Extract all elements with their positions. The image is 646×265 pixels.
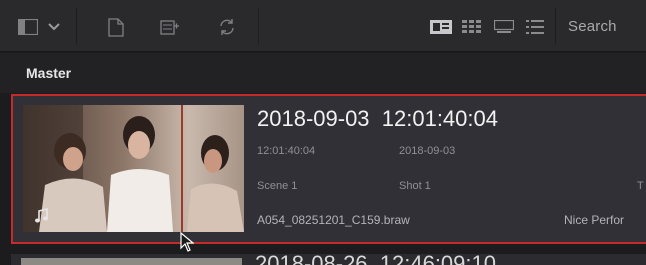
search-button[interactable]: Search — [568, 18, 617, 35]
list-view-icon[interactable] — [526, 18, 544, 36]
bin-path-bar: Master — [0, 53, 646, 93]
mouse-cursor-icon — [180, 231, 195, 256]
clip-take: T — [637, 180, 644, 192]
clip-shot: Shot 1 — [399, 180, 431, 192]
clip-filename: A054_08251201_C159.braw — [257, 213, 410, 227]
clip-scene: Scene 1 — [257, 180, 298, 192]
clip-date: 2018-09-03 — [399, 145, 456, 157]
clip-card-selected[interactable]: 2018-09-03 12:01:40:04 12:01:40:04 2018-… — [11, 94, 646, 244]
clip-comment: Nice Perfor — [564, 213, 625, 227]
thumbnail-view-icon[interactable] — [462, 18, 482, 36]
filmstrip-view-icon[interactable] — [494, 18, 514, 36]
toolbar-divider — [555, 8, 556, 44]
media-pool-toolbar: Search — [0, 0, 646, 52]
toolbar-divider — [258, 8, 259, 44]
clip-card[interactable]: 2018-08-26 12:46:09:10 — [11, 251, 646, 265]
bin-name[interactable]: Master — [26, 65, 71, 81]
music-note-icon — [34, 207, 50, 224]
toolbar-divider — [76, 8, 77, 44]
chevron-down-icon[interactable] — [48, 18, 60, 36]
clip-thumbnail[interactable] — [21, 258, 242, 265]
new-bin-icon[interactable] — [108, 17, 124, 37]
panel-toggle-icon[interactable] — [18, 18, 38, 36]
clip-thumbnail[interactable] — [23, 105, 244, 232]
sync-icon[interactable] — [217, 18, 237, 36]
clip-title: 2018-09-03 12:01:40:04 — [257, 106, 498, 131]
clip-timecode: 12:01:40:04 — [257, 145, 316, 157]
metadata-view-icon[interactable] — [430, 18, 452, 36]
clip-title: 2018-08-26 12:46:09:10 — [255, 251, 496, 265]
new-timeline-icon[interactable] — [160, 18, 180, 36]
